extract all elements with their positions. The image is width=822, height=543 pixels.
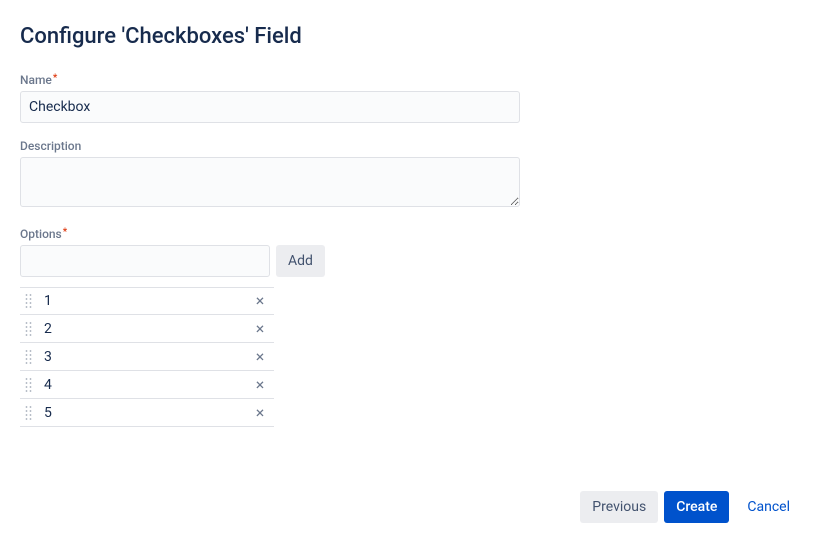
option-row: 3× — [20, 343, 274, 371]
option-input[interactable] — [20, 245, 270, 277]
options-add-row: Add — [20, 245, 802, 277]
description-label-text: Description — [20, 139, 81, 153]
add-option-button[interactable]: Add — [276, 245, 325, 277]
option-label: 5 — [36, 405, 250, 421]
drag-handle-icon[interactable] — [22, 319, 36, 339]
description-field-group: Description — [20, 139, 802, 211]
option-row: 5× — [20, 399, 274, 427]
page-title: Configure 'Checkboxes' Field — [20, 24, 802, 49]
drag-handle-icon[interactable] — [22, 347, 36, 367]
name-label-text: Name — [20, 73, 52, 87]
required-asterisk-icon: * — [53, 73, 57, 84]
options-list: 1×2×3×4×5× — [20, 287, 274, 427]
option-label: 3 — [36, 349, 250, 365]
cancel-button[interactable]: Cancel — [735, 491, 802, 523]
option-label: 2 — [36, 321, 250, 337]
option-row: 2× — [20, 315, 274, 343]
name-label: Name* — [20, 73, 802, 87]
create-button[interactable]: Create — [664, 491, 729, 523]
options-field-group: Options* Add 1×2×3×4×5× — [20, 227, 802, 427]
options-label-text: Options — [20, 227, 62, 241]
description-label: Description — [20, 139, 802, 153]
remove-option-icon[interactable]: × — [250, 291, 270, 311]
previous-button[interactable]: Previous — [580, 491, 658, 523]
drag-handle-icon[interactable] — [22, 291, 36, 311]
remove-option-icon[interactable]: × — [250, 319, 270, 339]
dialog-footer: Previous Create Cancel — [580, 491, 802, 523]
drag-handle-icon[interactable] — [22, 403, 36, 423]
name-field-group: Name* — [20, 73, 802, 123]
drag-handle-icon[interactable] — [22, 375, 36, 395]
option-label: 1 — [36, 293, 250, 309]
description-textarea[interactable] — [20, 157, 520, 207]
remove-option-icon[interactable]: × — [250, 375, 270, 395]
remove-option-icon[interactable]: × — [250, 403, 270, 423]
option-row: 1× — [20, 287, 274, 315]
options-label: Options* — [20, 227, 802, 241]
remove-option-icon[interactable]: × — [250, 347, 270, 367]
option-label: 4 — [36, 377, 250, 393]
option-row: 4× — [20, 371, 274, 399]
required-asterisk-icon: * — [63, 227, 67, 238]
name-input[interactable] — [20, 91, 520, 123]
